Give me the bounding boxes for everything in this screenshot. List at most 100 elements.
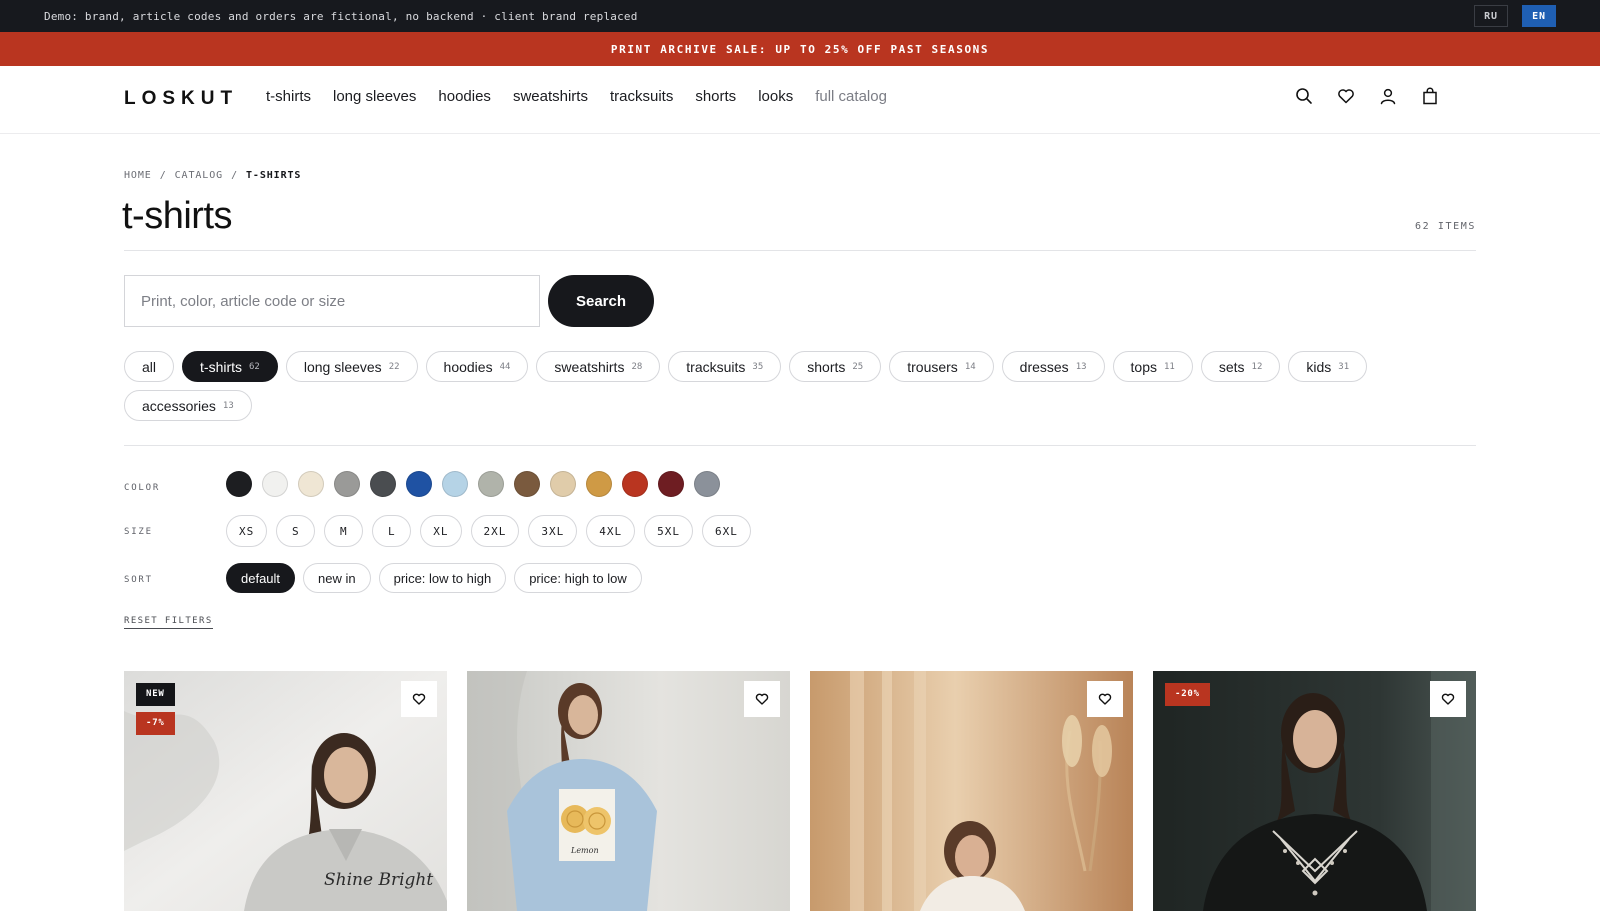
color-swatch[interactable] <box>406 471 432 497</box>
color-swatch[interactable] <box>586 471 612 497</box>
breadcrumb-catalog[interactable]: CATALOG <box>175 170 223 181</box>
category-pill-label: dresses <box>1019 358 1069 375</box>
color-swatch[interactable] <box>370 471 396 497</box>
category-pill-label: long sleeves <box>303 358 382 375</box>
color-swatch[interactable] <box>622 471 648 497</box>
nav-item-hoodies[interactable]: hoodies <box>438 88 491 105</box>
size-option-xl[interactable]: XL <box>420 515 462 547</box>
search-input[interactable] <box>124 275 540 327</box>
heart-icon[interactable] <box>1087 681 1123 717</box>
size-filter-label: SIZE <box>124 527 153 537</box>
color-swatch[interactable] <box>550 471 576 497</box>
color-swatch[interactable] <box>226 471 252 497</box>
nav-item-shorts[interactable]: shorts <box>695 88 736 105</box>
color-swatch[interactable] <box>262 471 288 497</box>
category-pill-tracksuits[interactable]: tracksuits 35 <box>668 351 782 382</box>
product-card[interactable] <box>810 671 1133 911</box>
category-pill-long-sleeves[interactable]: long sleeves 22 <box>285 351 418 382</box>
category-pill-label: all <box>142 358 157 375</box>
nav-item-sweatshirts[interactable]: sweatshirts <box>513 88 588 105</box>
lang-en-button[interactable]: EN <box>1522 5 1556 27</box>
category-pill-shorts[interactable]: shorts 25 <box>789 351 882 382</box>
category-pill-sets[interactable]: sets 12 <box>1200 351 1281 382</box>
reset-filters-link[interactable]: RESET FILTERS <box>124 616 213 629</box>
breadcrumb-separator: / <box>231 170 238 181</box>
discount-badge: -7% <box>136 712 175 735</box>
category-pill-sweatshirts[interactable]: sweatshirts 28 <box>536 351 661 382</box>
category-pill-label: tops <box>1130 358 1157 375</box>
color-swatch[interactable] <box>658 471 684 497</box>
sort-label: SORT <box>124 575 153 585</box>
color-swatch[interactable] <box>514 471 540 497</box>
size-option-5xl[interactable]: 5XL <box>644 515 693 547</box>
heart-icon[interactable] <box>1430 681 1466 717</box>
color-swatch[interactable] <box>298 471 324 497</box>
heart-icon[interactable] <box>1336 86 1356 106</box>
nav-item-full-catalog[interactable]: full catalog <box>815 88 887 105</box>
promo-banner[interactable]: PRINT ARCHIVE SALE: UP TO 25% OFF PAST S… <box>0 32 1600 66</box>
size-option-xs[interactable]: XS <box>226 515 268 547</box>
nav-item-tracksuits[interactable]: tracksuits <box>610 88 673 105</box>
category-pill-label: sweatshirts <box>554 358 625 375</box>
color-swatch[interactable] <box>334 471 360 497</box>
logo[interactable]: LOSKUT <box>124 88 238 110</box>
lang-ru-button[interactable]: RU <box>1474 5 1508 27</box>
color-swatch[interactable] <box>478 471 504 497</box>
sort-option-price-high-to-low[interactable]: price: high to low <box>514 563 642 593</box>
main-nav: t-shirts long sleeves hoodies sweatshirt… <box>266 88 887 105</box>
nav-item-t-shirts[interactable]: t-shirts <box>266 88 311 105</box>
nav-item-looks[interactable]: looks <box>758 88 793 105</box>
product-image <box>1153 671 1476 911</box>
product-print-text: Lemon <box>570 846 599 855</box>
breadcrumb-separator: / <box>159 170 167 181</box>
sort-option-price-low-to-high[interactable]: price: low to high <box>378 563 507 593</box>
breadcrumb-current: T-SHIRTS <box>245 170 302 181</box>
category-pill-count: 25 <box>852 361 864 372</box>
sort-option-new-in[interactable]: new in <box>303 563 371 593</box>
bag-icon[interactable] <box>1420 86 1440 106</box>
user-icon[interactable] <box>1378 86 1398 106</box>
category-pill-label: trousers <box>907 358 958 375</box>
category-pill-all[interactable]: all <box>124 351 175 382</box>
category-pill-trousers[interactable]: trousers 14 <box>889 351 994 382</box>
search-button[interactable]: Search <box>548 275 654 327</box>
category-pill-dresses[interactable]: dresses 13 <box>1001 351 1105 382</box>
breadcrumb-home[interactable]: HOME <box>124 170 152 181</box>
category-pill-count: 28 <box>631 361 643 372</box>
category-pill-count: 62 <box>249 361 260 372</box>
product-print-text: Shine Bright <box>324 870 433 890</box>
heart-icon[interactable] <box>401 681 437 717</box>
product-card[interactable]: Shine Bright NEW -7% <box>124 671 447 911</box>
discount-badge: -20% <box>1165 683 1210 706</box>
divider <box>124 445 1476 446</box>
category-pill-hoodies[interactable]: hoodies 44 <box>425 351 529 382</box>
sort-options: default new in price: low to high price: hi… <box>226 563 642 593</box>
size-option-2xl[interactable]: 2XL <box>470 515 520 547</box>
sort-option-default[interactable]: default <box>226 563 296 593</box>
size-option-m[interactable]: M <box>324 515 364 547</box>
divider <box>124 250 1476 251</box>
size-option-s[interactable]: S <box>276 515 316 547</box>
size-option-l[interactable]: L <box>372 515 412 547</box>
category-pill-t-shirts[interactable]: t-shirts 62 <box>182 351 278 382</box>
product-card[interactable]: -20% <box>1153 671 1476 911</box>
nav-item-long-sleeves[interactable]: long sleeves <box>333 88 416 105</box>
size-option-6xl[interactable]: 6XL <box>702 515 751 547</box>
category-pill-kids[interactable]: kids 31 <box>1288 351 1368 382</box>
product-card[interactable]: Lemon <box>467 671 790 911</box>
category-pill-accessories[interactable]: accessories 13 <box>124 390 252 421</box>
color-swatch[interactable] <box>442 471 468 497</box>
category-pill-count: 13 <box>1075 361 1087 372</box>
size-option-4xl[interactable]: 4XL <box>586 515 636 547</box>
new-badge: NEW <box>136 683 175 706</box>
size-option-3xl[interactable]: 3XL <box>528 515 578 547</box>
language-switcher: RU EN <box>1474 5 1556 27</box>
category-pill-count: 35 <box>752 361 764 372</box>
color-filter-label: COLOR <box>124 483 161 493</box>
category-pill-tops[interactable]: tops 11 <box>1112 351 1193 382</box>
color-swatch[interactable] <box>694 471 720 497</box>
category-pill-label: sets <box>1218 358 1245 375</box>
header-actions <box>1294 86 1440 106</box>
search-icon[interactable] <box>1294 86 1314 106</box>
heart-icon[interactable] <box>744 681 780 717</box>
